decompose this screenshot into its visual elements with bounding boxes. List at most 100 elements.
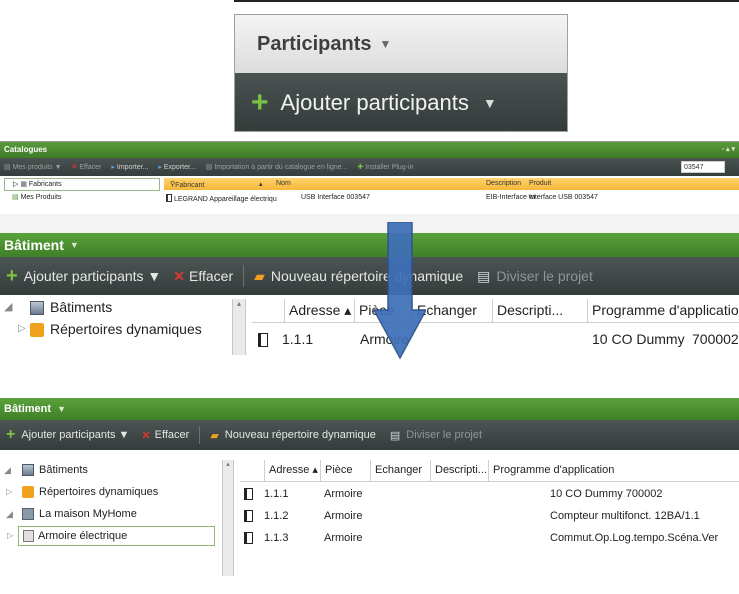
cell-adresse: 1.1.2: [264, 510, 289, 522]
buildings-icon: [22, 464, 34, 477]
tree-item-fabricants[interactable]: ▷ ▦ Fabricants: [4, 178, 160, 191]
tree-item-mes-produits[interactable]: ▤ Mes Produits: [4, 191, 160, 204]
tree-scrollbar[interactable]: ▴: [222, 460, 234, 576]
buildings-icon: [30, 301, 44, 316]
exporter-button[interactable]: ▸ Exporter...: [158, 163, 195, 171]
batiment-toolbar: + Ajouter participants ▼ ✕ Effacer ▰ Nou…: [0, 420, 739, 450]
expand-icon[interactable]: ▷: [7, 527, 13, 545]
chevron-down-icon[interactable]: ▼: [57, 404, 66, 414]
split-project-icon: ▤: [477, 267, 491, 284]
device-icon: [244, 510, 253, 523]
table-row[interactable]: 1.1.2 Armoire Compteur multifonct. 12BA/…: [240, 508, 739, 528]
toolbar-separator: [199, 426, 201, 444]
table-row[interactable]: 1.1.1 Armoire 10 CO Dummy 700002: [252, 329, 739, 351]
diviser-projet-button[interactable]: Diviser le projet: [406, 429, 482, 441]
catalogues-window: Catalogues ▫ ▴ ▾ ▤ Mes produits ▼ ✕ Effa…: [0, 141, 739, 233]
plus-icon: +: [251, 86, 269, 119]
cell-adresse: 1.1.1: [282, 331, 314, 347]
batiment-titlebar: Bâtiment ▼: [0, 233, 739, 257]
column-nom[interactable]: Nom: [276, 180, 291, 187]
batiment-title: Bâtiment: [4, 403, 52, 415]
column-description[interactable]: Description: [486, 180, 521, 187]
column-piece[interactable]: Pièce: [320, 460, 370, 481]
tree-item-repertoires[interactable]: ▷ Répertoires dynamiques: [0, 321, 230, 343]
scroll-up-icon[interactable]: ▴: [233, 299, 245, 308]
column-echanger[interactable]: Echanger: [370, 460, 430, 481]
collapse-icon[interactable]: ◢: [4, 460, 11, 480]
device-icon: [166, 194, 172, 202]
tree-item-batiments[interactable]: ◢ Bâtiments: [0, 460, 230, 482]
column-icon: [252, 299, 284, 322]
down-arrow-annotation: [374, 222, 426, 360]
add-participants-label: Ajouter participants: [280, 90, 469, 115]
cell-adresse: 1.1.3: [264, 532, 289, 544]
table-row[interactable]: 1.1.3 Armoire Commut.Op.Log.tempo.Scéna.…: [240, 530, 739, 550]
column-icon: [240, 460, 264, 481]
tree-item-repertoires[interactable]: ▷ Répertoires dynamiques: [0, 482, 230, 504]
tree-item-maison[interactable]: ◢ La maison MyHome: [0, 504, 230, 526]
effacer-button[interactable]: Effacer: [155, 429, 190, 441]
collapse-icon[interactable]: ◢: [6, 504, 13, 524]
participants-header[interactable]: Participants ▼: [235, 15, 567, 73]
tree-item-armoire[interactable]: ▷ Armoire électrique: [7, 526, 215, 546]
expand-icon[interactable]: ▷: [18, 323, 26, 334]
participants-menu-zoom: Participants ▼ + Ajouter participants ▼: [234, 14, 568, 132]
column-adresse[interactable]: Adresse ▴: [264, 460, 320, 481]
install-plugin-button[interactable]: ✚ Installer Plug-in: [357, 163, 413, 171]
catalog-search-input[interactable]: 03547: [681, 161, 725, 173]
catalogues-body: ▷ ▦ Fabricants ▤ Mes Produits ⚲ Fabrican…: [0, 176, 739, 214]
device-icon: [244, 488, 253, 501]
dynamic-folder-icon: [22, 486, 34, 499]
delete-icon: ✕: [141, 429, 151, 442]
new-folder-icon: ▰: [254, 267, 265, 284]
grid-header: Adresse ▴ Pièce Echanger Descripti... Pr…: [240, 460, 739, 482]
column-fabricant[interactable]: ⚲ Fabricant: [170, 180, 204, 189]
delete-icon: ✕: [173, 267, 186, 284]
catalogues-tree: ▷ ▦ Fabricants ▤ Mes Produits: [4, 178, 160, 204]
tree-item-batiments[interactable]: ◢ Bâtiments: [0, 299, 230, 321]
dropdown-arrow-icon[interactable]: ▼: [483, 95, 497, 111]
add-participants-button[interactable]: + Ajouter participants ▼: [235, 73, 567, 131]
cell-piece: Armoire: [324, 488, 363, 500]
column-programme[interactable]: Programme d'application: [587, 299, 739, 322]
catalogues-toolbar: ▤ Mes produits ▼ ✕ Effacer ▸ Importer...…: [0, 158, 739, 176]
table-row[interactable]: 1.1.1 Armoire 10 CO Dummy 700002: [240, 486, 739, 506]
column-programme[interactable]: Programme d'application: [488, 460, 688, 481]
expand-icon[interactable]: ▷: [6, 482, 12, 502]
collapse-icon[interactable]: ◢: [4, 300, 12, 313]
scroll-up-icon[interactable]: ▴: [223, 460, 233, 468]
cell-nom: USB Interface 003547: [301, 194, 370, 201]
catalogues-grid-header: ⚲ Fabricant ▴ Nom Description Produit: [164, 178, 739, 190]
batiment-toolbar: + Ajouter participants ▼ ✕ Effacer ▰ Nou…: [0, 257, 739, 295]
column-adresse[interactable]: Adresse ▴: [284, 299, 354, 322]
importer-button[interactable]: ▸ Importer...: [111, 163, 148, 171]
diviser-projet-button[interactable]: Diviser le projet: [496, 268, 592, 284]
grid-header: Adresse ▴ Pièce Echanger Descripti... Pr…: [252, 299, 739, 323]
building-tree: ◢ Bâtiments ▷ Répertoires dynamiques: [0, 299, 230, 343]
mes-produits-button[interactable]: ▤ Mes produits ▼: [4, 163, 62, 171]
nouveau-repertoire-button[interactable]: Nouveau répertoire dynamique: [271, 268, 463, 284]
cell-program-number: 700002: [692, 331, 739, 347]
cell-piece: Armoire: [324, 510, 363, 522]
column-produit[interactable]: Produit: [529, 180, 551, 187]
top-border-line: [234, 0, 739, 2]
add-participants-button[interactable]: Ajouter participants ▼: [21, 429, 129, 441]
sort-icon: ▴: [259, 181, 263, 188]
table-row[interactable]: LEGRAND Appareillage électriqu USB Inter…: [164, 192, 739, 204]
house-icon: [22, 508, 34, 521]
effacer-button[interactable]: ✕ Effacer: [72, 163, 102, 171]
window-controls[interactable]: ▫ ▴ ▾: [722, 145, 735, 155]
cell-programme: Commut.Op.Log.tempo.Scéna.Ver: [550, 532, 719, 544]
chevron-down-icon[interactable]: ▼: [70, 240, 79, 250]
tree-scrollbar[interactable]: ▴: [232, 299, 246, 355]
nouveau-repertoire-button[interactable]: Nouveau répertoire dynamique: [225, 429, 376, 441]
add-participants-button[interactable]: Ajouter participants ▼: [24, 268, 162, 284]
column-description[interactable]: Descripti...: [430, 460, 488, 481]
building-tree: ◢ Bâtiments ▷ Répertoires dynamiques ◢ L…: [0, 460, 230, 546]
effacer-button[interactable]: Effacer: [189, 268, 233, 284]
device-icon: [244, 532, 253, 545]
cell-programme: 10 CO Dummy: [592, 331, 685, 347]
import-online-button[interactable]: ▤ Importation à partir du catalogue en l…: [206, 163, 348, 171]
batiment-title: Bâtiment: [4, 237, 64, 253]
column-description[interactable]: Descripti...: [492, 299, 587, 322]
